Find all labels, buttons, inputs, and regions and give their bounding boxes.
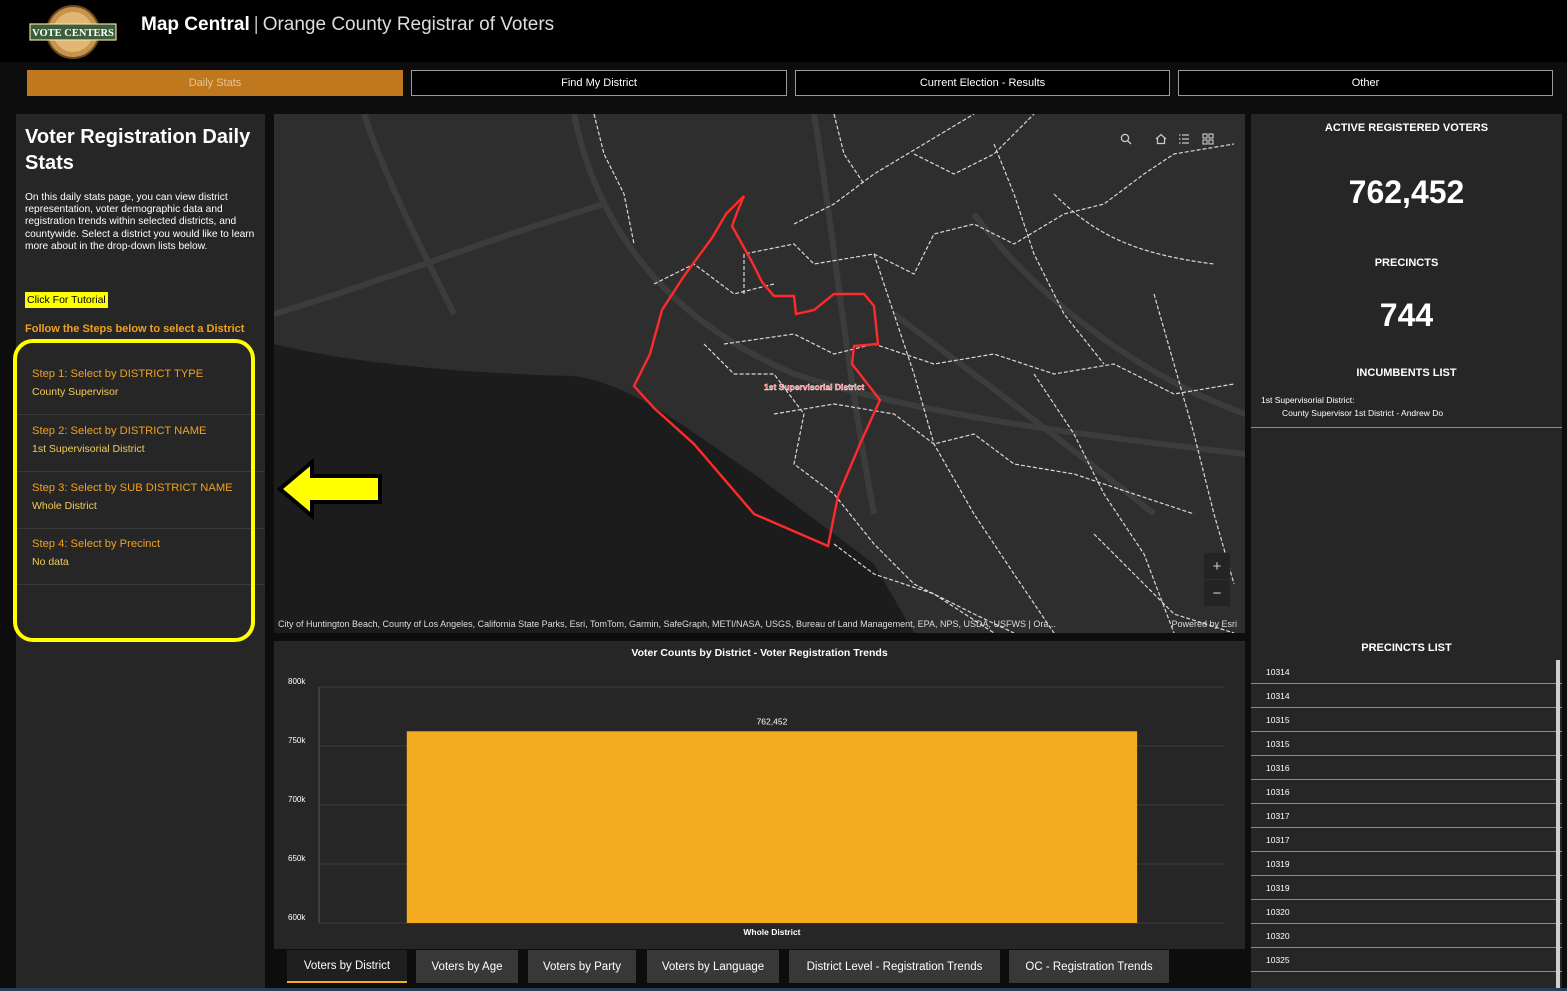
map-attribution: City of Huntington Beach, County of Los … (278, 616, 1241, 633)
chart-tabs: Voters by District Voters by Age Voters … (274, 950, 1245, 990)
tab-voters-by-district[interactable]: Voters by District (287, 950, 407, 983)
app-subtitle: Orange County Registrar of Voters (262, 14, 555, 35)
x-category-label: Whole District (743, 927, 800, 937)
district-map[interactable]: 1st Supervisorial District (274, 114, 1245, 633)
active-voters-value: 762,452 (1348, 174, 1465, 210)
precinct-list-item[interactable]: 10315 (1251, 708, 1562, 732)
steps-highlight-ring (13, 339, 255, 642)
map-canvas: 1st Supervisorial District (274, 114, 1245, 633)
tab-voters-by-age[interactable]: Voters by Age (416, 950, 518, 983)
tab-other[interactable]: Other (1178, 70, 1553, 96)
precinct-list-item[interactable]: 10317 (1251, 828, 1562, 852)
precinct-list-item[interactable]: 10314 (1251, 684, 1562, 708)
precincts-heading: PRECINCTS (1374, 257, 1439, 269)
precincts-list-heading: PRECINCTS LIST (1361, 642, 1452, 654)
map-search-icon[interactable] (1115, 128, 1137, 150)
powered-by-esri[interactable]: Powered by Esri (1171, 616, 1237, 633)
main-nav: Daily Stats Find My District Current Ele… (0, 70, 1567, 98)
incumbent-district: 1st Supervisorial District: (1261, 395, 1355, 405)
chart-bar[interactable] (406, 731, 1138, 923)
precinct-list-item[interactable]: 10320 (1251, 900, 1562, 924)
home-icon[interactable] (1150, 128, 1172, 150)
zoom-in-button[interactable]: + (1204, 553, 1230, 579)
precinct-list-item[interactable]: 10319 (1251, 852, 1562, 876)
tab-current-election-results[interactable]: Current Election - Results (795, 70, 1170, 96)
tab-oc-registration-trends[interactable]: OC - Registration Trends (1009, 950, 1169, 983)
precinct-list-item[interactable]: 10319 (1251, 876, 1562, 900)
y-tick-label: 700k (288, 795, 306, 804)
app-header: VOTE CENTERS Map Central | Orange County R… (0, 0, 1567, 62)
precinct-list-item[interactable]: 10314 (1251, 660, 1562, 684)
vote-centers-logo[interactable]: VOTE CENTERS (27, 3, 119, 61)
precinct-list-item[interactable]: 10315 (1251, 732, 1562, 756)
app-title-bold: Map Central (141, 14, 250, 35)
tab-voters-by-party[interactable]: Voters by Party (528, 950, 636, 983)
tutorial-button[interactable]: Click For Tutorial (25, 292, 108, 308)
incumbent-name: County Supervisor 1st District - Andrew … (1282, 408, 1444, 418)
precinct-list-item[interactable]: 10316 (1251, 756, 1562, 780)
app-title: Map Central | Orange County Registrar of V… (141, 14, 554, 36)
precincts-value: 744 (1379, 297, 1434, 333)
voter-counts-chart-panel: Voter Counts by District - Voter Registr… (274, 641, 1245, 949)
svg-text:VOTE CENTERS: VOTE CENTERS (32, 28, 114, 39)
left-arrow-annotation (276, 458, 382, 520)
incumbents-heading: INCUMBENTS LIST (1356, 367, 1457, 379)
y-tick-label: 800k (288, 677, 306, 686)
precincts-list-scrollbar[interactable] (1556, 660, 1560, 990)
y-tick-label: 600k (288, 913, 306, 922)
page-title: Voter Registration Daily Stats (25, 126, 251, 174)
precinct-list-item[interactable]: 10325 (1251, 948, 1562, 972)
attribution-text: City of Huntington Beach, County of Los … (278, 619, 1056, 629)
tab-district-level-registration-trends[interactable]: District Level - Registration Trends (789, 950, 1000, 983)
precinct-list-item[interactable]: 10320 (1251, 924, 1562, 948)
zoom-out-button[interactable]: − (1204, 580, 1230, 606)
district-map-label: 1st Supervisorial District (764, 382, 864, 392)
y-tick-label: 650k (288, 854, 306, 863)
basemap-gallery-icon[interactable] (1197, 128, 1219, 150)
precinct-list-item[interactable]: 10316 (1251, 780, 1562, 804)
bar-value-label: 762,452 (757, 716, 788, 726)
precinct-list-item[interactable]: 10317 (1251, 804, 1562, 828)
title-separator: | (253, 14, 259, 35)
page-description: On this daily stats page, you can view d… (25, 192, 255, 252)
tab-voters-by-language[interactable]: Voters by Language (647, 950, 779, 983)
tab-daily-stats[interactable]: Daily Stats (27, 70, 403, 96)
follow-steps-text: Follow the Steps below to select a Distr… (25, 323, 245, 335)
y-tick-label: 750k (288, 736, 306, 745)
voter-counts-bar-chart: 600k 650k 700k 750k 800k 762,452 Whole Distric… (288, 677, 1224, 937)
active-voters-heading: ACTIVE REGISTERED VOTERS (1324, 122, 1489, 134)
tab-find-my-district[interactable]: Find My District (411, 70, 787, 96)
divider (1251, 427, 1562, 428)
right-panel: ACTIVE REGISTERED VOTERS 762,452 PRECINC… (1251, 114, 1562, 990)
precincts-list: 10314 10314 10315 10315 10316 10316 10317 10317… (1251, 660, 1562, 972)
layer-list-icon[interactable] (1173, 128, 1195, 150)
